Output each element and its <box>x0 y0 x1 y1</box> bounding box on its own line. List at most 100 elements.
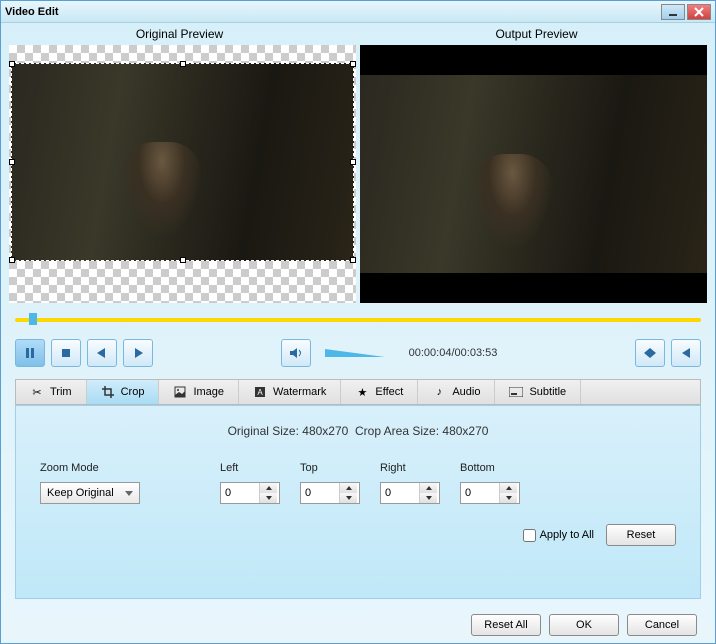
scissors-icon: ✂ <box>30 385 44 399</box>
top-spinner[interactable] <box>300 482 360 504</box>
mark-in-button[interactable] <box>87 339 117 367</box>
crop-handle-w[interactable] <box>9 159 15 165</box>
crop-icon <box>101 385 115 399</box>
bottom-field: Bottom <box>460 462 520 504</box>
snapshot-icon <box>643 347 657 359</box>
zoom-mode-combo[interactable]: Keep Original <box>40 482 140 504</box>
right-down[interactable] <box>420 493 437 503</box>
crop-handle-nw[interactable] <box>9 61 15 67</box>
video-edit-window: Video Edit Original Preview Output Previ… <box>0 0 716 644</box>
top-up[interactable] <box>340 483 357 493</box>
bottom-down[interactable] <box>500 493 517 503</box>
prev-icon <box>680 347 692 359</box>
left-spinner[interactable] <box>220 482 280 504</box>
panel-footer: Apply to All Reset <box>40 524 676 546</box>
tab-label: Image <box>193 386 224 398</box>
bottom-up[interactable] <box>500 483 517 493</box>
size-info: Original Size: 480x270 Crop Area Size: 4… <box>40 424 676 438</box>
crop-handle-s[interactable] <box>180 257 186 263</box>
reset-button[interactable]: Reset <box>606 524 676 546</box>
tab-label: Subtitle <box>529 386 566 398</box>
preview-area <box>1 45 715 303</box>
watermark-icon: A <box>253 385 267 399</box>
tab-trim[interactable]: ✂ Trim <box>16 380 87 404</box>
crop-fields: Zoom Mode Keep Original Left Top <box>40 462 676 504</box>
close-button[interactable] <box>687 4 711 20</box>
timeline-playhead[interactable] <box>29 313 37 325</box>
tab-audio[interactable]: ♪ Audio <box>418 380 495 404</box>
bottom-input[interactable] <box>461 487 499 499</box>
video-content <box>471 154 554 249</box>
right-field: Right <box>380 462 440 504</box>
volume-slider[interactable] <box>325 347 385 359</box>
tab-label: Audio <box>452 386 480 398</box>
timeline-track <box>15 318 701 322</box>
mark-out-icon <box>131 347 145 359</box>
minimize-icon <box>668 7 678 17</box>
zoom-mode-label: Zoom Mode <box>40 462 140 474</box>
crop-handle-sw[interactable] <box>9 257 15 263</box>
playback-controls: 00:00:04/00:03:53 <box>1 333 715 373</box>
reset-all-button[interactable]: Reset All <box>471 614 541 636</box>
zoom-mode-value: Keep Original <box>47 487 114 499</box>
tab-label: Watermark <box>273 386 326 398</box>
svg-text:A: A <box>257 388 263 397</box>
tab-label: Effect <box>375 386 403 398</box>
output-video-frame <box>360 75 707 273</box>
pause-button[interactable] <box>15 339 45 367</box>
ok-button[interactable]: OK <box>549 614 619 636</box>
image-icon <box>173 385 187 399</box>
window-title: Video Edit <box>5 6 659 18</box>
right-label: Right <box>380 462 440 474</box>
pause-icon <box>24 347 36 359</box>
volume-button[interactable] <box>281 339 311 367</box>
right-spinner[interactable] <box>380 482 440 504</box>
tab-effect[interactable]: ★ Effect <box>341 380 418 404</box>
bottom-label: Bottom <box>460 462 520 474</box>
tab-label: Trim <box>50 386 72 398</box>
top-field: Top <box>300 462 360 504</box>
crop-panel: Original Size: 480x270 Crop Area Size: 4… <box>15 405 701 599</box>
zoom-mode-field: Zoom Mode Keep Original <box>40 462 140 504</box>
tab-strip: ✂ Trim Crop Image A Watermark ★ Effect ♪… <box>15 379 701 405</box>
time-display: 00:00:04/00:03:53 <box>409 347 498 359</box>
right-input[interactable] <box>381 487 419 499</box>
snapshot-button[interactable] <box>635 339 665 367</box>
tab-image[interactable]: Image <box>159 380 239 404</box>
mark-in-icon <box>95 347 109 359</box>
crop-handle-e[interactable] <box>350 159 356 165</box>
subtitle-icon <box>509 385 523 399</box>
left-field: Left <box>220 462 280 504</box>
top-label: Top <box>300 462 360 474</box>
minimize-button[interactable] <box>661 4 685 20</box>
original-preview[interactable] <box>9 45 356 303</box>
tab-watermark[interactable]: A Watermark <box>239 380 341 404</box>
cancel-button[interactable]: Cancel <box>627 614 697 636</box>
top-down[interactable] <box>340 493 357 503</box>
apply-to-all-checkbox[interactable] <box>523 529 536 542</box>
right-up[interactable] <box>420 483 437 493</box>
tab-subtitle[interactable]: Subtitle <box>495 380 581 404</box>
bottom-spinner[interactable] <box>460 482 520 504</box>
left-input[interactable] <box>221 487 259 499</box>
left-down[interactable] <box>260 493 277 503</box>
apply-to-all-wrap[interactable]: Apply to All <box>523 529 594 542</box>
crop-handle-n[interactable] <box>180 61 186 67</box>
output-preview <box>360 45 707 303</box>
crop-handle-ne[interactable] <box>350 61 356 67</box>
star-icon: ★ <box>355 385 369 399</box>
left-up[interactable] <box>260 483 277 493</box>
original-preview-label: Original Preview <box>1 23 358 45</box>
stop-button[interactable] <box>51 339 81 367</box>
volume-icon <box>289 347 303 359</box>
titlebar: Video Edit <box>1 1 715 23</box>
prev-frame-button[interactable] <box>671 339 701 367</box>
tab-crop[interactable]: Crop <box>87 380 160 404</box>
crop-selection-box[interactable] <box>11 63 354 261</box>
crop-handle-se[interactable] <box>350 257 356 263</box>
preview-header: Original Preview Output Preview <box>1 23 715 45</box>
dialog-footer: Reset All OK Cancel <box>1 607 715 643</box>
top-input[interactable] <box>301 487 339 499</box>
timeline[interactable] <box>15 311 701 329</box>
mark-out-button[interactable] <box>123 339 153 367</box>
